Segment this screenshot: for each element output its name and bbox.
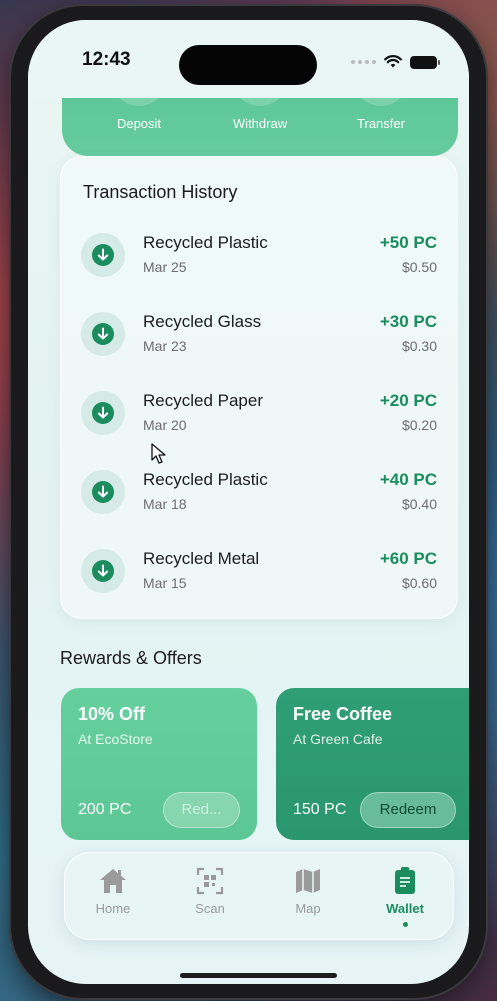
offer-subtitle: At Green Cafe: [293, 731, 383, 747]
transaction-row[interactable]: Recycled Metal Mar 15 +60 PC $0.60: [81, 543, 437, 593]
transaction-name: Recycled Glass: [143, 312, 262, 331]
redeem-button[interactable]: Redeem: [360, 792, 456, 828]
transaction-date: Mar 15: [143, 575, 187, 591]
signal-icon: [351, 60, 376, 64]
transaction-date: Mar 23: [143, 338, 187, 354]
status-time: 12:43: [82, 49, 131, 70]
transaction-usd: $0.20: [401, 417, 437, 433]
phone-frame: 12:43 Deposit Withdraw Transfer Transact…: [11, 6, 486, 998]
home-indicator[interactable]: [180, 973, 337, 978]
transaction-usd: $0.40: [401, 496, 437, 512]
wifi-icon: [384, 55, 402, 68]
transaction-usd: $0.50: [401, 259, 437, 275]
map-icon: [296, 869, 320, 893]
transaction-row[interactable]: Recycled Plastic Mar 18 +40 PC $0.40: [81, 464, 437, 514]
redeem-button[interactable]: Red...: [163, 792, 240, 828]
qr-scan-icon: [196, 867, 224, 895]
tab-scan[interactable]: Scan: [170, 867, 250, 916]
transaction-points: +30 PC: [379, 312, 437, 331]
incoming-arrow-icon: [81, 391, 125, 435]
transaction-history-card: Transaction History Recycled Plastic Mar…: [60, 156, 458, 619]
transaction-points: +20 PC: [379, 391, 437, 410]
bottom-tab-bar: Home Scan Map Wallet: [64, 852, 454, 940]
mouse-cursor-icon: [151, 443, 166, 464]
incoming-arrow-icon: [81, 470, 125, 514]
transaction-history-title: Transaction History: [83, 182, 238, 202]
dynamic-island: [179, 45, 317, 85]
transaction-date: Mar 18: [143, 496, 187, 512]
status-bar: 12:43: [28, 20, 469, 98]
tab-home[interactable]: Home: [73, 867, 153, 916]
offer-card-green-cafe[interactable]: Free Coffee At Green Cafe 150 PC Redeem: [276, 688, 469, 840]
transaction-points: +40 PC: [379, 470, 437, 489]
transaction-date: Mar 25: [143, 259, 187, 275]
tab-wallet[interactable]: Wallet: [365, 867, 445, 927]
offer-title: 10% Off: [78, 704, 146, 724]
incoming-arrow-icon: [81, 233, 125, 277]
offer-subtitle: At EcoStore: [78, 731, 153, 747]
offer-card-ecostore[interactable]: 10% Off At EcoStore 200 PC Red...: [61, 688, 257, 840]
wallet-icon: [395, 867, 415, 894]
tab-map[interactable]: Map: [268, 867, 348, 916]
transaction-name: Recycled Paper: [143, 391, 264, 410]
incoming-arrow-icon: [81, 312, 125, 356]
incoming-arrow-icon: [81, 549, 125, 593]
transaction-row[interactable]: Recycled Plastic Mar 25 +50 PC $0.50: [81, 227, 437, 277]
transaction-name: Recycled Plastic: [143, 470, 268, 489]
app-screen: 12:43 Deposit Withdraw Transfer Transact…: [28, 20, 469, 984]
offer-title: Free Coffee: [293, 704, 393, 724]
transaction-row[interactable]: Recycled Glass Mar 23 +30 PC $0.30: [81, 306, 437, 356]
transaction-name: Recycled Metal: [143, 549, 260, 568]
home-icon: [100, 869, 126, 893]
transaction-date: Mar 20: [143, 417, 187, 433]
transaction-usd: $0.60: [401, 575, 437, 591]
transaction-usd: $0.30: [401, 338, 437, 354]
transaction-points: +60 PC: [379, 549, 437, 568]
active-tab-indicator: [402, 922, 408, 927]
offer-cost: 200 PC: [78, 801, 132, 818]
transaction-row[interactable]: Recycled Paper Mar 20 +20 PC $0.20: [81, 385, 437, 435]
transaction-points: +50 PC: [379, 233, 437, 252]
transaction-name: Recycled Plastic: [143, 233, 268, 252]
battery-icon: [410, 55, 440, 69]
offer-cost: 150 PC: [293, 801, 347, 818]
rewards-offers-title: Rewards & Offers: [60, 648, 202, 668]
